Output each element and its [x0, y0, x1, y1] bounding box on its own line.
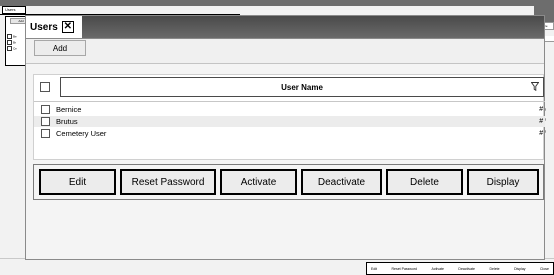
user-name-cell: Brutus: [56, 117, 78, 126]
row-mark: #: [539, 118, 543, 125]
users-window: Users ✕ Add User Name Bernice # Brutus #: [25, 15, 545, 260]
display-button[interactable]: Display: [467, 169, 539, 195]
action-bar: Edit Reset Password Activate Deactivate …: [33, 164, 544, 200]
column-header-label: User Name: [281, 82, 323, 92]
row-checkbox[interactable]: [41, 105, 50, 114]
background-activate-button[interactable]: Activate: [431, 267, 443, 271]
row-checkbox[interactable]: [41, 117, 50, 126]
background-action-bar: Edit Reset Password Activate Deactivate …: [366, 262, 554, 275]
user-name-cell: Cemetery User: [56, 129, 107, 138]
users-grid: User Name Bernice # Brutus # Cemetery Us…: [33, 74, 545, 160]
activate-button[interactable]: Activate: [220, 169, 297, 195]
background-list-item[interactable]: Br: [7, 40, 16, 45]
background-delete-button[interactable]: Delete: [489, 267, 499, 271]
window-title-bar: Users ✕: [26, 16, 544, 39]
table-row[interactable]: Bernice #: [34, 104, 545, 115]
background-display-button[interactable]: Display: [514, 267, 525, 271]
deactivate-button[interactable]: Deactivate: [301, 169, 382, 195]
background-tab-strip: [0, 6, 240, 15]
tab-title: Users: [30, 21, 58, 33]
close-icon[interactable]: ✕: [61, 21, 74, 33]
background-reset-password-button[interactable]: Reset Password: [392, 267, 417, 271]
table-row[interactable]: Cemetery User #: [34, 128, 545, 139]
select-all-checkbox[interactable]: [40, 82, 50, 92]
background-list-item[interactable]: Ce: [7, 46, 17, 51]
row-mark: #: [539, 106, 543, 113]
row-checkbox[interactable]: [41, 129, 50, 138]
row-mark: #: [539, 130, 543, 137]
background-edit-button[interactable]: Edit: [371, 267, 377, 271]
filter-icon[interactable]: [531, 82, 539, 91]
user-name-cell: Bernice: [56, 105, 82, 114]
background-list-item[interactable]: Be: [7, 34, 17, 39]
background-close-button[interactable]: Close: [540, 267, 549, 271]
delete-button[interactable]: Delete: [386, 169, 463, 195]
window-title-bar-fill: [82, 16, 544, 38]
reset-password-button[interactable]: Reset Password: [120, 169, 216, 195]
tab-users[interactable]: Users ✕: [30, 18, 82, 36]
table-row[interactable]: Brutus #: [34, 116, 545, 127]
column-header-user-name[interactable]: User Name: [60, 77, 544, 97]
add-button[interactable]: Add: [34, 40, 86, 56]
background-tab-users[interactable]: Users: [2, 6, 26, 14]
background-deactivate-button[interactable]: Deactivate: [458, 267, 475, 271]
toolbar: Add: [26, 39, 544, 64]
edit-button[interactable]: Edit: [39, 169, 116, 195]
grid-header: User Name: [34, 75, 545, 102]
